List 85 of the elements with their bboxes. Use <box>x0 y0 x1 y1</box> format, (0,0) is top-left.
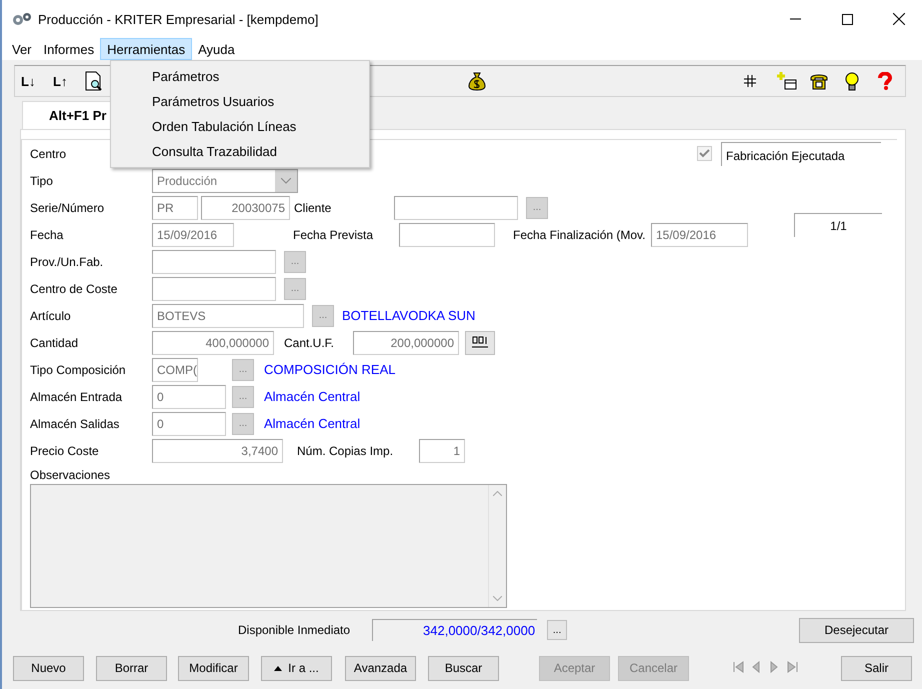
field-label: Centro <box>30 146 68 160</box>
lookup-button[interactable]: ... <box>526 196 548 218</box>
field-label: Serie/Número <box>30 200 106 214</box>
type-dropdown[interactable]: Producción <box>152 168 298 192</box>
field-label: Fecha Prevista <box>293 228 374 242</box>
money-bag-icon[interactable] <box>467 71 487 91</box>
input-field[interactable]: 3,7400 <box>152 438 283 462</box>
date-field[interactable]: 15/09/2016 <box>651 222 748 246</box>
input-field[interactable] <box>394 196 518 220</box>
field-label: Tipo Composición <box>30 362 127 376</box>
input-field[interactable]: 400,000000 <box>152 330 274 354</box>
field-label: Tipo <box>30 174 54 188</box>
lookup-button[interactable]: ... <box>284 278 306 300</box>
record-counter: 1/1 <box>794 212 882 236</box>
field-label: Observaciones <box>30 468 112 482</box>
description-text: Almacén Central <box>264 389 360 404</box>
input-field[interactable]: 1 <box>419 438 465 462</box>
add-calendar-icon[interactable] <box>777 71 797 91</box>
input-field[interactable]: 0 <box>152 412 226 436</box>
field-label: Núm. Copias Imp. <box>297 444 394 458</box>
lookup-button[interactable]: ... <box>312 304 334 326</box>
notes-field[interactable] <box>30 484 507 608</box>
field-label: Disponible Inmediato <box>238 623 350 637</box>
scroll-up-icon[interactable] <box>493 491 502 496</box>
input-field[interactable]: 200,000000 <box>353 330 459 354</box>
go-to-button[interactable]: Ir a ... <box>261 656 332 680</box>
action-button[interactable]: Buscar <box>428 656 499 680</box>
gear-icon <box>12 12 32 26</box>
field-label: Fecha Finalización (Mov. <box>513 228 646 242</box>
undo-execution-button[interactable]: Desejecutar <box>799 618 914 642</box>
light-bulb-icon[interactable] <box>843 71 861 91</box>
input-field[interactable]: COMP( <box>152 358 198 382</box>
description-text: COMPOSICIÓN REAL <box>264 362 396 377</box>
field-label: Precio Coste <box>30 444 100 458</box>
menu-option[interactable]: Consulta Trazabilidad <box>111 139 369 164</box>
action-button[interactable]: Modificar <box>178 656 249 680</box>
menu-item[interactable]: Informes <box>38 38 100 60</box>
lookup-button[interactable]: ... <box>232 412 254 434</box>
scroll-down-icon[interactable] <box>493 596 502 601</box>
close-icon[interactable] <box>893 13 905 25</box>
window-title: Producción - KRITER Empresarial - [kempdemo] <box>38 12 320 26</box>
field-label: Cliente <box>294 200 332 214</box>
maximize-icon[interactable] <box>842 14 852 24</box>
action-button[interactable]: Avanzada <box>345 656 416 680</box>
input-field[interactable] <box>152 250 276 274</box>
input-field[interactable]: 20030075 <box>201 196 290 220</box>
menu-option[interactable]: Parámetros <box>111 64 369 89</box>
lookup-button[interactable]: ... <box>547 620 568 640</box>
date-field[interactable]: 15/09/2016 <box>152 222 234 246</box>
help-icon[interactable] <box>877 72 893 90</box>
chevron-down-icon[interactable] <box>281 178 291 184</box>
field-label: Cant.U.F. <box>284 336 336 350</box>
input-field[interactable] <box>152 276 276 300</box>
lookup-button[interactable]: ... <box>232 386 254 408</box>
field-label: Artículo <box>30 308 72 322</box>
lookup-button[interactable]: ... <box>284 250 306 272</box>
field-label: Prov./Un.Fab. <box>30 254 104 268</box>
menu-item[interactable]: Ver <box>6 38 38 60</box>
menu-item[interactable]: Herramientas <box>100 38 192 60</box>
menu-item[interactable]: Ayuda <box>192 38 241 60</box>
field-label: Centro de Coste <box>30 282 118 296</box>
print-preview-icon[interactable] <box>85 71 103 91</box>
action-button[interactable]: Salir <box>841 656 912 680</box>
field-label: Fecha <box>30 228 64 242</box>
checkbox-label: Fabricación Ejecutada <box>721 142 881 166</box>
toolbar-button[interactable]: L↓ <box>21 74 53 88</box>
minimize-icon[interactable] <box>790 18 800 20</box>
telephone-icon[interactable] <box>809 72 829 90</box>
toolbar-button[interactable]: L↑ <box>53 74 85 88</box>
field-label: Almacén Entrada <box>30 390 124 404</box>
field-label: Almacén Salidas <box>30 416 120 430</box>
field-label: Cantidad <box>30 336 80 350</box>
available-field: 342,0000/342,0000 <box>372 619 538 641</box>
grid-icon[interactable] <box>743 74 757 88</box>
unit-convert-icon[interactable] <box>465 330 495 354</box>
input-field[interactable]: BOTEVS <box>152 304 304 328</box>
lookup-button[interactable]: ... <box>232 358 254 380</box>
date-field[interactable] <box>399 222 495 246</box>
action-button[interactable]: Borrar <box>96 656 167 680</box>
input-field[interactable]: PR <box>152 196 198 220</box>
input-field[interactable]: 0 <box>152 384 226 408</box>
triangle-up-icon <box>274 666 282 670</box>
action-button[interactable]: Nuevo <box>13 656 84 680</box>
description-text: BOTELLAVODKA SUN <box>342 308 476 323</box>
description-text: Almacén Central <box>264 416 360 431</box>
